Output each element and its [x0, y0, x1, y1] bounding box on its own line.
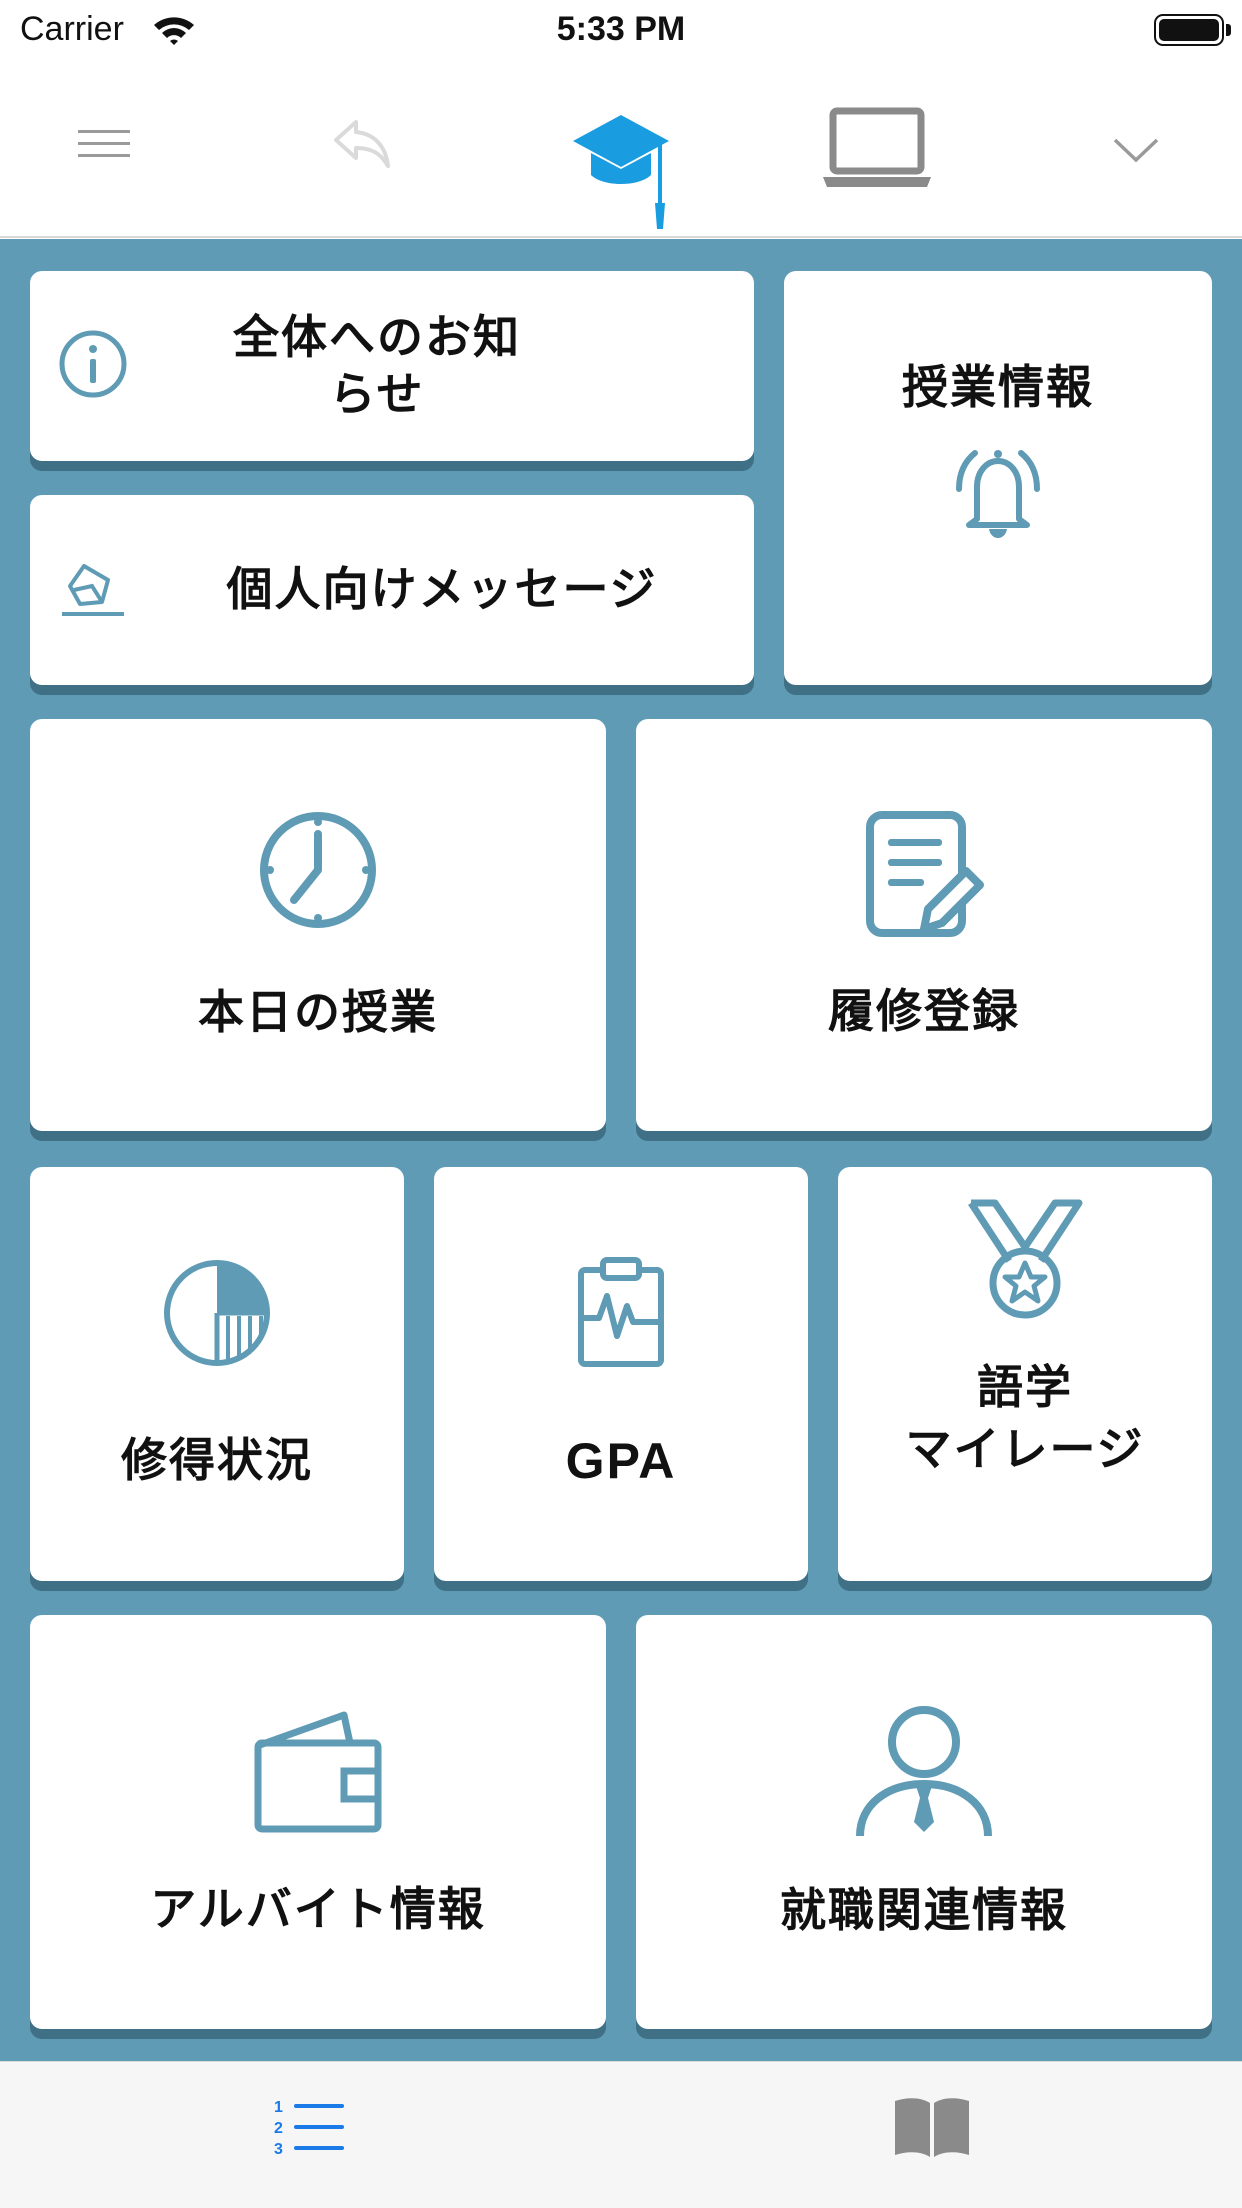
person-tie-icon [854, 1704, 994, 1844]
career-info-label: 就職関連情報 [780, 1883, 1068, 1938]
part-time-jobs-tile[interactable]: アルバイト情報 [30, 1615, 606, 2029]
credits-status-tile[interactable]: 修得状況 [30, 1167, 404, 1581]
nav-bar [0, 62, 1242, 238]
battery-icon [1154, 14, 1224, 46]
chevron-down-icon[interactable] [1096, 114, 1176, 184]
hamburger-menu-icon[interactable] [64, 104, 144, 184]
today-classes-label: 本日の授業 [198, 985, 438, 1040]
graduation-cap-icon[interactable] [566, 112, 676, 232]
reply-back-icon[interactable] [322, 104, 402, 184]
document-edit-icon [862, 809, 986, 943]
medal-icon [965, 1197, 1085, 1325]
svg-text:3: 3 [274, 2141, 283, 2158]
menu-grid: 全体へのお知 らせ 個人向けメッセージ 授業情報 本日の授業 履修登録 修得状況… [0, 239, 1242, 2061]
numbered-list-icon[interactable]: 1 2 3 [270, 2092, 350, 2162]
status-bar: Carrier 5:33 PM [0, 0, 1242, 62]
envelope-icon [58, 556, 130, 624]
personal-messages-label: 個人向けメッセージ [226, 562, 658, 617]
svg-text:2: 2 [274, 2120, 283, 2137]
part-time-jobs-label: アルバイト情報 [150, 1882, 486, 1937]
personal-messages-tile[interactable]: 個人向けメッセージ [30, 495, 754, 685]
registration-label: 履修登録 [828, 984, 1020, 1039]
language-mileage-tile[interactable]: 語学 マイレージ [838, 1167, 1212, 1581]
class-info-label: 授業情報 [902, 360, 1094, 414]
gpa-tile[interactable]: GPA [434, 1167, 808, 1581]
today-classes-tile[interactable]: 本日の授業 [30, 719, 606, 1131]
status-time: 5:33 PM [556, 10, 686, 48]
credits-status-label: 修得状況 [121, 1433, 313, 1488]
class-info-tile[interactable]: 授業情報 [784, 271, 1212, 685]
svg-text:1: 1 [274, 2099, 283, 2116]
announcements-label: 全体へのお知 らせ [233, 309, 521, 422]
language-mileage-label-line1: 語学 [977, 1360, 1073, 1414]
pie-chart-icon [162, 1258, 272, 1372]
wallet-icon [252, 1705, 384, 1841]
career-info-tile[interactable]: 就職関連情報 [636, 1615, 1212, 2029]
tab-bar: 1 2 3 [0, 2061, 1242, 2208]
book-icon[interactable] [890, 2092, 974, 2162]
bell-icon [941, 439, 1055, 547]
info-icon [58, 329, 128, 403]
announcements-tile[interactable]: 全体へのお知 らせ [30, 271, 754, 461]
clock-icon [256, 808, 380, 936]
clipboard-chart-icon [575, 1256, 667, 1372]
gpa-label: GPA [565, 1432, 677, 1489]
language-mileage-label-line2: マイレージ [905, 1421, 1145, 1476]
registration-tile[interactable]: 履修登録 [636, 719, 1212, 1131]
laptop-icon[interactable] [820, 104, 934, 194]
